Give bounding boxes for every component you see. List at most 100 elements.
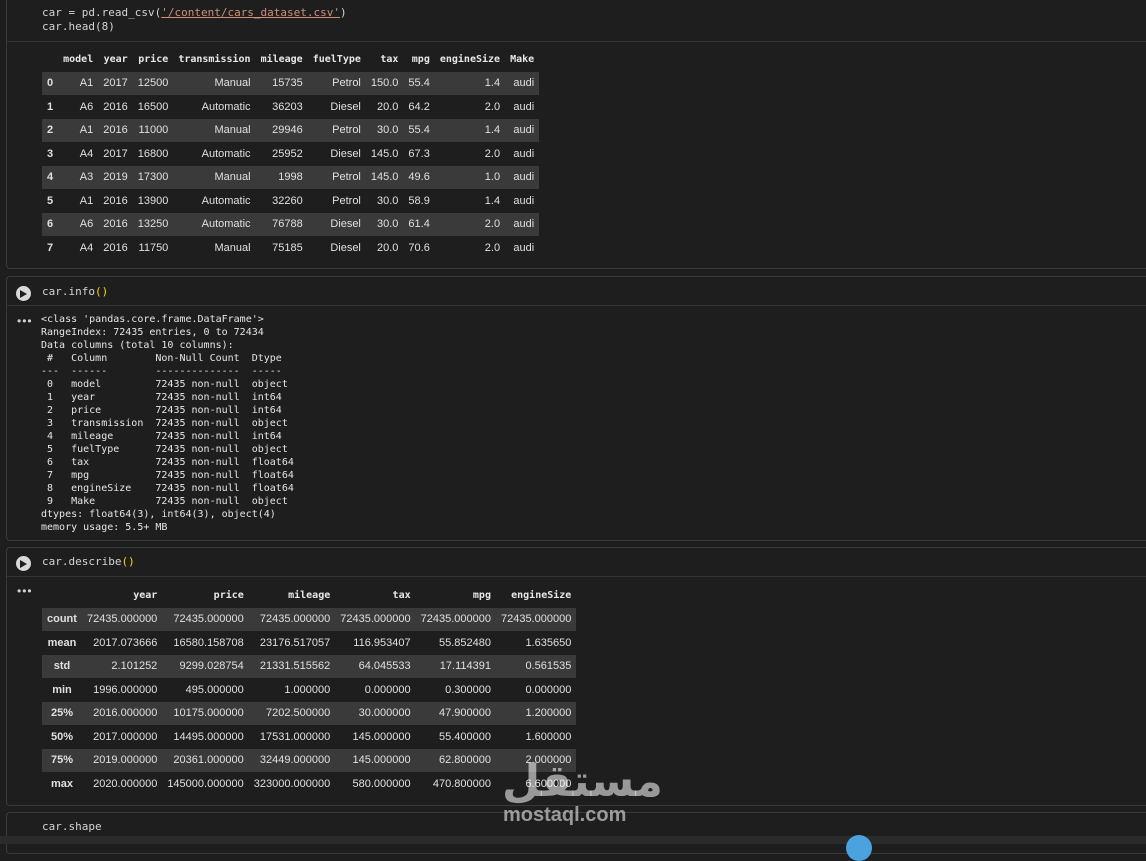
table-cell: 64.045533 <box>358 660 411 673</box>
table-cell: 76788 <box>272 218 303 231</box>
table-cell: 11750 <box>138 241 169 254</box>
table-cell: A1 <box>79 124 94 137</box>
table-cell: 145000.000000 <box>167 777 244 790</box>
row-index: 6 <box>47 218 54 231</box>
table-cell: A6 <box>79 100 94 113</box>
table-cell: 7202.500000 <box>266 707 331 720</box>
table-cell: 2019 <box>103 171 128 184</box>
table-cell: 10175.000000 <box>173 707 244 720</box>
output-menu-icon[interactable]: ••• <box>17 584 33 598</box>
table-cell: 21331.515562 <box>259 660 331 673</box>
code-editor[interactable]: car.shape <box>42 820 102 834</box>
table-cell: 17.114391 <box>439 660 491 673</box>
table-cell: 29946 <box>272 124 303 137</box>
table-cell: 58.9 <box>408 194 430 207</box>
output-menu-icon[interactable]: ••• <box>17 314 33 328</box>
table-cell: 470.800000 <box>432 777 491 790</box>
table-cell: 2019.000000 <box>93 754 158 767</box>
column-header: model <box>63 54 94 66</box>
run-cell-button[interactable] <box>16 286 31 301</box>
table-cell: 49.6 <box>408 171 430 184</box>
table-cell: 12500 <box>137 77 169 90</box>
table-cell: 62.800000 <box>438 754 491 767</box>
table-cell: 2.0 <box>484 218 501 231</box>
code-line-1: car = pd.read_csv('/content/cars_dataset… <box>42 6 347 19</box>
column-header: mileage <box>288 590 331 602</box>
table-cell: 145.0 <box>370 147 399 160</box>
code-editor[interactable]: car.info() <box>42 285 108 299</box>
table-cell: 20361.000000 <box>173 754 244 767</box>
table-cell: Manual <box>214 77 251 90</box>
watermark-logo-arabic: مستقل <box>502 756 663 807</box>
table-cell: 145.000000 <box>352 754 411 767</box>
column-header: engineSize <box>439 54 501 66</box>
column-header <box>42 584 82 608</box>
table-cell: Diesel <box>330 241 361 254</box>
table-cell: 30.0 <box>377 218 399 231</box>
table-cell: 55.400000 <box>438 730 491 743</box>
row-index: 5 <box>47 194 54 207</box>
table-cell: 55.4 <box>408 124 430 137</box>
table-cell: 1.000000 <box>284 683 331 696</box>
output-divider <box>7 41 1146 42</box>
scroll-indicator[interactable] <box>846 835 872 861</box>
table-cell: A4 <box>79 241 94 254</box>
table-row: 50% 2017.000000 14495.000000 17531.000000 14… <box>42 725 577 749</box>
table-cell: 2017 <box>103 147 128 160</box>
table-cell: A4 <box>79 147 94 160</box>
table-cell: audi <box>513 100 535 113</box>
table-cell: 1.4 <box>484 124 501 137</box>
code-editor[interactable]: car = pd.read_csv('/content/cars_dataset… <box>42 6 347 34</box>
table-cell: A1 <box>79 194 94 207</box>
row-index: 75% <box>50 754 73 767</box>
column-header <box>42 48 58 72</box>
table-cell: Automatic <box>201 218 251 231</box>
table-cell: 30.0 <box>377 124 399 137</box>
column-header: price <box>138 54 169 66</box>
table-cell: 17531.000000 <box>259 730 331 743</box>
row-index: 4 <box>47 171 54 184</box>
table-cell: Automatic <box>201 147 251 160</box>
table-cell: 16500 <box>137 100 169 113</box>
row-index: 0 <box>47 77 54 90</box>
table-cell: 1.635650 <box>525 636 572 649</box>
table-cell: 64.2 <box>408 100 430 113</box>
row-index: max <box>50 777 73 790</box>
table-cell: Manual <box>214 171 251 184</box>
table-cell: 2.0 <box>484 147 501 160</box>
table-cell: 70.6 <box>408 241 430 254</box>
table-cell: audi <box>513 124 535 137</box>
table-row: 0 A1 2017 12500 Manual 15735 Petrol 150.0 55.4 1.… <box>42 71 540 95</box>
table-cell: 25952 <box>272 147 303 160</box>
column-header: price <box>213 590 244 602</box>
table-cell: 14495.000000 <box>173 730 244 743</box>
describe-dataframe-table: year price mileage tax mpg engineSize count 72… <box>42 584 577 796</box>
row-index: 25% <box>50 707 73 720</box>
table-cell: 2017.000000 <box>93 730 158 743</box>
table-row: max 2020.000000 145000.000000 323000.000000… <box>42 772 577 796</box>
code-editor[interactable]: car.describe() <box>42 555 135 569</box>
table-cell: Petrol <box>332 77 361 90</box>
table-cell: 55.4 <box>408 77 430 90</box>
row-index: min <box>52 683 72 696</box>
table-cell: 2016 <box>103 124 128 137</box>
table-cell: 36203 <box>272 100 303 113</box>
table-cell: A1 <box>79 77 94 90</box>
table-cell: 2016 <box>103 100 128 113</box>
table-cell: 13250 <box>137 218 169 231</box>
table-cell: 16800 <box>137 147 169 160</box>
table-row: count 72435.000000 72435.000000 72435.00000… <box>42 607 577 631</box>
table-cell: 72435.000000 <box>420 613 491 626</box>
table-cell: Petrol <box>332 124 361 137</box>
table-cell: Diesel <box>330 100 361 113</box>
column-header: tax <box>392 590 411 602</box>
table-cell: 580.000000 <box>352 777 411 790</box>
table-cell: Automatic <box>201 194 251 207</box>
table-cell: 75185 <box>272 241 303 254</box>
column-header: year <box>103 54 128 66</box>
table-cell: 2016 <box>103 218 128 231</box>
table-cell: 2017.073666 <box>93 636 158 649</box>
table-cell: 30.0 <box>377 194 399 207</box>
head-dataframe-table: model year price transmission mileage fuelTyp… <box>42 48 540 260</box>
run-cell-button[interactable] <box>16 556 31 571</box>
